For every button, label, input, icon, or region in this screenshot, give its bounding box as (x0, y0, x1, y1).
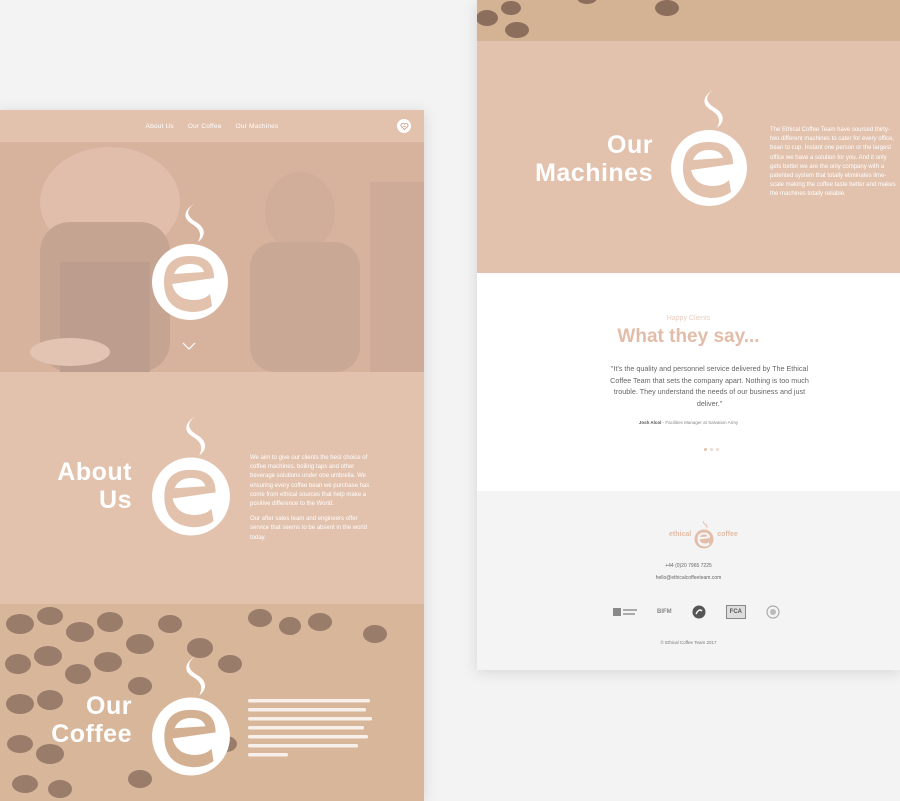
machines-section: Our Machines The Ethical Coffee Team hav… (477, 0, 900, 273)
ethical-e-logo-icon (152, 416, 230, 536)
nav-link-our-coffee[interactable]: Our Coffee (188, 123, 222, 130)
partner-logo-bifm: BIFM (657, 609, 672, 615)
testimonials-title: What they say... (617, 326, 760, 347)
heart-badge-icon[interactable] (397, 119, 411, 133)
ethical-e-logo-icon (152, 204, 228, 320)
nav-link-our-machines[interactable]: Our Machines (236, 123, 279, 130)
partner-logo-fca: FCA (725, 605, 747, 619)
testimonial-author-role: - Facilities Manager at Salvation Army (661, 420, 739, 425)
about-section: About Us We aim to give our clients the … (0, 372, 424, 604)
fairtrade-logo-icon (692, 605, 706, 619)
ethical-e-logo-icon (671, 90, 747, 206)
ethical-e-logo-icon (152, 656, 230, 776)
site-footer: ethical coffee +44 (0)20 7965 7225 hello… (477, 491, 900, 670)
coffee-title: Our Coffee (51, 692, 132, 748)
coffee-body-text-illegible-icon (248, 699, 372, 757)
carousel-dot-1[interactable] (704, 448, 707, 451)
homepage-mockup-left: About Us Our Coffee Our Machines About U… (0, 110, 424, 801)
chevron-down-icon[interactable] (182, 342, 196, 350)
footer-email[interactable]: hello@ethicalcoffeeteam.com (477, 575, 900, 581)
carousel-dot-3[interactable] (716, 448, 719, 451)
footer-phone[interactable]: +44 (0)20 7965 7225 (477, 563, 900, 569)
machines-body: The Ethical Coffee Team have sourced thi… (770, 127, 896, 198)
about-paragraph-1: We aim to give our clients the best choi… (250, 455, 370, 508)
about-paragraph-2: Our after sales team and engineers offer… (250, 516, 368, 541)
beans-strip (477, 0, 900, 41)
main-nav: About Us Our Coffee Our Machines (0, 110, 424, 142)
partner-logo-1-icon (613, 608, 637, 616)
testimonial-author: Josh Alcol - Facilities Manager at Salva… (477, 420, 900, 425)
testimonials-section: Happy Clients What they say... "It's the… (477, 273, 900, 491)
footer-logo-right: coffee (717, 530, 738, 538)
homepage-mockup-right: Our Machines The Ethical Coffee Team hav… (477, 0, 900, 670)
footer-logo-left: ethical (669, 530, 692, 538)
coffee-section: Our Coffee (0, 604, 424, 801)
footer-copyright: © Ethical Coffee Team 2017 (660, 640, 717, 645)
testimonial-author-name: Josh Alcol (638, 420, 662, 425)
certification-seal-icon (766, 605, 780, 619)
carousel-dot-2[interactable] (710, 448, 713, 451)
nav-link-about-us[interactable]: About Us (146, 123, 174, 130)
footer-logo: ethical coffee (669, 519, 738, 549)
carousel-dots (704, 448, 719, 451)
partner-logos: BIFM FCA (613, 605, 780, 619)
ethical-e-logo-icon (694, 519, 714, 549)
about-body: We aim to give our clients the best choi… (250, 454, 378, 549)
about-title: About Us (57, 458, 132, 514)
machines-title: Our Machines (535, 131, 653, 187)
hero-section (0, 142, 424, 372)
testimonial-quote: "It's the quality and personnel service … (610, 364, 809, 408)
testimonials-kicker: Happy Clients (666, 315, 711, 322)
